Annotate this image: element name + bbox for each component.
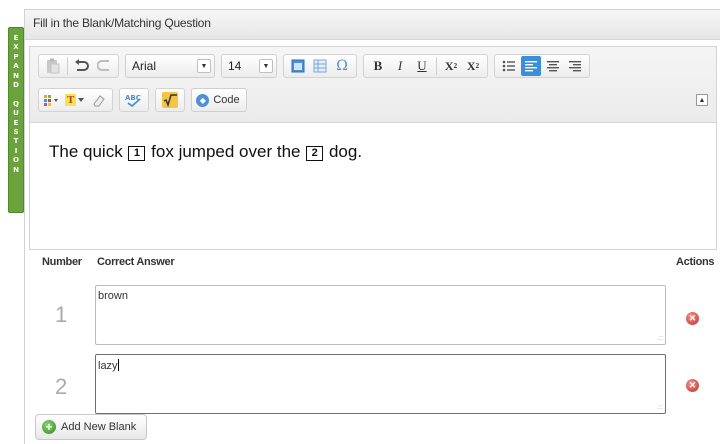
bold-button[interactable]: B bbox=[368, 56, 388, 76]
expand-tab-letter: U bbox=[13, 109, 19, 118]
expand-tab-letter bbox=[15, 90, 17, 99]
color-grid-icon[interactable] bbox=[43, 90, 63, 110]
blank-marker-1[interactable]: 1 bbox=[128, 145, 146, 161]
format-group: B I U X2 X2 bbox=[363, 54, 488, 78]
row-number-2: 2 bbox=[55, 374, 68, 399]
expand-tab-letter: E bbox=[13, 118, 19, 127]
text-cursor bbox=[117, 359, 119, 371]
answer-textarea-1[interactable]: brown .:: bbox=[95, 285, 666, 345]
resize-grip-icon[interactable]: .:: bbox=[657, 404, 663, 411]
italic-button[interactable]: I bbox=[390, 56, 410, 76]
text-before: The quick bbox=[49, 142, 123, 161]
answer-value-1: brown bbox=[98, 290, 128, 302]
expand-tab-letter: I bbox=[14, 146, 18, 155]
toolbar-row-1: Arial ▼ 14 ▼ Ω B I U X 2 X 2 bbox=[38, 52, 596, 80]
editor-toolbar: Arial ▼ 14 ▼ Ω B I U X 2 X 2 T ABC ◆ Cod… bbox=[30, 47, 716, 123]
undo-icon[interactable] bbox=[72, 56, 92, 76]
clipboard-group bbox=[38, 54, 119, 78]
expand-tab-letter: S bbox=[13, 128, 19, 137]
expand-tab-letter: A bbox=[13, 62, 19, 71]
code-icon: ◆ bbox=[196, 93, 210, 107]
delete-blank-2-icon[interactable]: ✕ bbox=[686, 379, 699, 392]
row-number-1: 1 bbox=[55, 302, 68, 327]
expand-tab-letter: T bbox=[13, 137, 19, 146]
code-button[interactable]: ◆ Code bbox=[191, 88, 247, 112]
subscript-glyph: X bbox=[444, 58, 454, 73]
panel-title: Fill in the Blank/Matching Question bbox=[25, 10, 720, 40]
plus-circle-icon: + bbox=[42, 420, 56, 434]
superscript-glyph: X bbox=[466, 58, 476, 73]
answer-value-2: lazy bbox=[98, 360, 118, 372]
expand-question-tab[interactable]: EXPAND QUESTION bbox=[8, 27, 24, 213]
question-editor-root: EXPAND QUESTION Fill in the Blank/Matchi… bbox=[0, 0, 720, 444]
underline-button[interactable]: U bbox=[412, 56, 432, 76]
subscript-button[interactable]: X2 bbox=[441, 56, 461, 76]
font-family-value: Arial bbox=[132, 59, 157, 73]
expand-tab-letter: D bbox=[13, 81, 19, 90]
superscript-button[interactable]: X2 bbox=[463, 56, 483, 76]
expand-tab-letter: E bbox=[13, 34, 19, 42]
add-new-blank-button[interactable]: + Add New Blank bbox=[35, 414, 148, 440]
chevron-down-icon: ▼ bbox=[197, 59, 211, 73]
color-group: T bbox=[38, 88, 114, 112]
answer-textarea-2[interactable]: lazy .:: bbox=[95, 354, 666, 414]
code-button-label: Code bbox=[213, 94, 240, 106]
expand-tab-letter: P bbox=[13, 52, 19, 61]
rich-text-editor: Arial ▼ 14 ▼ Ω B I U X 2 X 2 T ABC ◆ Cod… bbox=[29, 46, 717, 250]
table-icon[interactable] bbox=[288, 56, 308, 76]
spellcheck-icon[interactable]: ABC bbox=[124, 90, 144, 110]
math-group bbox=[155, 88, 186, 112]
add-new-blank-label: Add New Blank bbox=[61, 421, 137, 433]
font-size-select[interactable]: 14 ▼ bbox=[221, 54, 277, 78]
expand-tab-letter: O bbox=[13, 156, 19, 165]
toolbar-separator bbox=[436, 57, 437, 75]
subscript-mark: 2 bbox=[453, 62, 458, 70]
math-root-icon[interactable] bbox=[160, 90, 180, 110]
align-center-icon[interactable] bbox=[543, 56, 563, 76]
font-size-value: 14 bbox=[228, 59, 242, 73]
expand-tab-letter: X bbox=[13, 43, 19, 52]
bullet-list-icon[interactable] bbox=[499, 56, 519, 76]
superscript-mark: 2 bbox=[475, 62, 480, 70]
toolbar-separator bbox=[67, 57, 68, 75]
blank-marker-2[interactable]: 2 bbox=[306, 145, 324, 161]
tools-group: ABC bbox=[119, 88, 150, 112]
delete-blank-1-icon[interactable]: ✕ bbox=[686, 312, 699, 325]
insert-group: Ω bbox=[283, 54, 357, 78]
expand-tab-letter: Q bbox=[13, 99, 19, 108]
font-color-button[interactable]: T bbox=[65, 90, 86, 110]
eraser-icon[interactable] bbox=[88, 90, 108, 110]
chevron-down-icon: ▼ bbox=[259, 59, 273, 73]
paste-icon[interactable] bbox=[43, 56, 63, 76]
align-right-icon[interactable] bbox=[565, 56, 585, 76]
font-color-glyph: T bbox=[65, 94, 77, 106]
column-header-actions: Actions bbox=[676, 256, 715, 268]
special-char-icon[interactable]: Ω bbox=[332, 56, 352, 76]
toolbar-row-2: T ABC ◆ Code bbox=[38, 86, 247, 114]
text-after: dog. bbox=[328, 142, 363, 161]
table-grid-icon[interactable] bbox=[310, 56, 330, 76]
text-middle: fox jumped over the bbox=[151, 142, 301, 161]
column-header-correct-answer: Correct Answer bbox=[97, 256, 175, 268]
resize-grip-icon[interactable]: .:: bbox=[657, 335, 663, 342]
column-header-number: Number bbox=[42, 256, 82, 268]
editor-content[interactable]: The quick 1 fox jumped over the 2 dog. bbox=[30, 124, 716, 249]
font-family-select[interactable]: Arial ▼ bbox=[125, 54, 215, 78]
expand-tab-letter: N bbox=[13, 165, 19, 174]
paragraph-group bbox=[494, 54, 590, 78]
expand-tab-letter: N bbox=[13, 71, 19, 80]
align-left-icon[interactable] bbox=[521, 56, 541, 76]
collapse-toolbar-icon[interactable]: ▲ bbox=[696, 94, 708, 106]
redo-icon[interactable] bbox=[94, 56, 114, 76]
question-panel: Fill in the Blank/Matching Question Aria… bbox=[24, 9, 720, 444]
